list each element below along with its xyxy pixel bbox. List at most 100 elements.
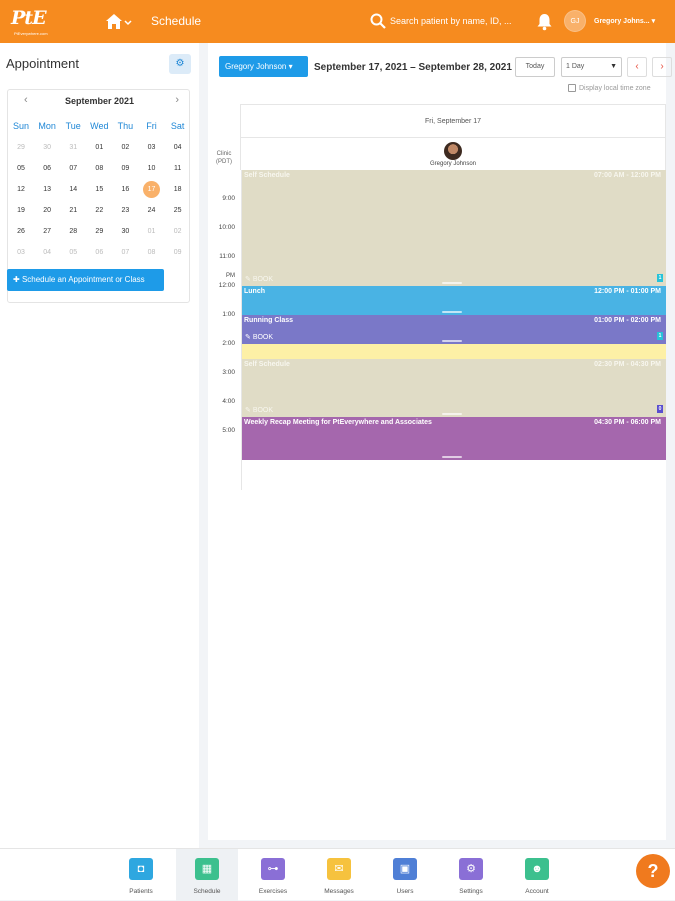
- calendar-day[interactable]: 25: [165, 200, 191, 221]
- event-block[interactable]: Weekly Recap Meeting for PtEverywhere an…: [242, 416, 666, 460]
- nav-label: Exercises: [258, 888, 288, 895]
- calendar-day[interactable]: 29: [8, 137, 34, 158]
- bell-icon: [537, 14, 552, 31]
- calendar-day[interactable]: 01: [138, 221, 164, 242]
- calendar-day[interactable]: 30: [34, 137, 60, 158]
- local-timezone-toggle[interactable]: Display local time zone: [568, 84, 651, 92]
- nav-patients[interactable]: ◘ Patients: [110, 849, 172, 901]
- resize-handle[interactable]: [442, 412, 462, 415]
- calendar-day[interactable]: 15: [86, 179, 112, 200]
- provider-dropdown[interactable]: Gregory Johnson ▾: [219, 56, 308, 77]
- nav-label: Patients: [129, 888, 153, 895]
- calendar-day[interactable]: 06: [34, 158, 60, 179]
- time-label: 2:00: [222, 340, 235, 347]
- count-badge: 1: [657, 274, 663, 282]
- calendar-day[interactable]: 03: [138, 137, 164, 158]
- nav-schedule[interactable]: ▦ Schedule: [176, 849, 238, 901]
- nav-settings[interactable]: ⚙ Settings: [440, 849, 502, 901]
- calendar-day[interactable]: 28: [60, 221, 86, 242]
- calendar-day[interactable]: 05: [8, 158, 34, 179]
- prev-day-button[interactable]: ‹: [627, 57, 647, 77]
- next-month-chevron-icon[interactable]: ›: [175, 94, 179, 106]
- next-day-button[interactable]: ›: [652, 57, 672, 77]
- today-button[interactable]: Today: [515, 57, 555, 77]
- notifications-button[interactable]: [536, 13, 553, 31]
- calendar-day[interactable]: 18: [165, 179, 191, 200]
- time-label: 1:00: [222, 311, 235, 318]
- calendar-day[interactable]: 16: [112, 179, 138, 200]
- calendar-day[interactable]: 04: [34, 242, 60, 263]
- calendar-day[interactable]: 13: [34, 179, 60, 200]
- calendar-day[interactable]: 09: [165, 242, 191, 263]
- time-label: 4:00: [222, 398, 235, 405]
- calendar-day[interactable]: 14: [60, 179, 86, 200]
- events-column: Self Schedule 07:00 AM - 12:00 PM ✎ BOOK 1 L…: [241, 170, 666, 490]
- calendar-day[interactable]: 04: [165, 137, 191, 158]
- book-link[interactable]: ✎ BOOK: [245, 406, 273, 414]
- patient-search[interactable]: Search patient by name, ID, ...: [370, 12, 535, 32]
- schedule-appointment-button[interactable]: ✚ Schedule an Appointment or Class: [7, 269, 164, 291]
- calendar-day[interactable]: 31: [60, 137, 86, 158]
- resize-handle[interactable]: [442, 311, 462, 313]
- calendar-day[interactable]: 07: [60, 158, 86, 179]
- calendar-day-selected[interactable]: 17: [138, 179, 164, 200]
- calendar-day[interactable]: 06: [86, 242, 112, 263]
- sidebar-settings-button[interactable]: ⚙: [169, 54, 191, 74]
- nav-account[interactable]: ☻ Account: [506, 849, 568, 901]
- calendar-day[interactable]: 05: [60, 242, 86, 263]
- user-menu[interactable]: Gregory Johns... ▾: [594, 17, 655, 25]
- calendar-day[interactable]: 09: [112, 158, 138, 179]
- open-slot-band[interactable]: [242, 344, 666, 359]
- calendar-day[interactable]: 01: [86, 137, 112, 158]
- nav-users[interactable]: ▣ Users: [374, 849, 436, 901]
- calendar-day[interactable]: 24: [138, 200, 164, 221]
- calendar-day[interactable]: 23: [112, 200, 138, 221]
- weekday-label: Mon: [38, 121, 56, 131]
- calendar-day[interactable]: 07: [112, 242, 138, 263]
- calendar-day[interactable]: 02: [112, 137, 138, 158]
- nav-exercises[interactable]: ⊶ Exercises: [242, 849, 304, 901]
- resize-handle[interactable]: [442, 282, 462, 284]
- event-block[interactable]: Running Class 01:00 PM - 02:00 PM ✎ BOOK 1: [242, 315, 666, 344]
- calendar-day[interactable]: 27: [34, 221, 60, 242]
- time-label: 3:00: [222, 369, 235, 376]
- day-grid: Clinic (PDT) Fri, September 17 Gregory J…: [208, 104, 666, 840]
- calendar-day[interactable]: 08: [138, 242, 164, 263]
- calendar-day[interactable]: 29: [86, 221, 112, 242]
- calendar-day[interactable]: 21: [60, 200, 86, 221]
- calendar-day-number: 25: [173, 207, 182, 214]
- calendar-day[interactable]: 20: [34, 200, 60, 221]
- help-button[interactable]: ?: [636, 854, 670, 888]
- self-schedule-block[interactable]: Self Schedule 07:00 AM - 12:00 PM ✎ BOOK 1: [242, 170, 666, 286]
- calendar-day[interactable]: 26: [8, 221, 34, 242]
- home-icon: [106, 14, 132, 29]
- weekday-label: Thu: [117, 121, 134, 131]
- calendar-day[interactable]: 12: [8, 179, 34, 200]
- view-select[interactable]: 1 Day ▼: [561, 57, 622, 77]
- book-label: BOOK: [252, 276, 274, 283]
- calendar-day[interactable]: 10: [138, 158, 164, 179]
- chevron-right-icon: ›: [660, 61, 664, 72]
- book-link[interactable]: ✎ BOOK: [245, 333, 273, 341]
- home-menu-button[interactable]: [105, 12, 135, 32]
- nav-messages[interactable]: ✉ Messages: [308, 849, 370, 901]
- calendar-day[interactable]: 08: [86, 158, 112, 179]
- nav-label: Users: [396, 888, 414, 895]
- pte-logo[interactable]: PtE: [11, 7, 47, 29]
- resize-handle[interactable]: [442, 456, 462, 458]
- calendar-day-number: 17: [143, 181, 161, 198]
- event-block[interactable]: Lunch 12:00 PM - 01:00 PM: [242, 286, 666, 315]
- calendar-day[interactable]: 30: [112, 221, 138, 242]
- calendar-day[interactable]: 19: [8, 200, 34, 221]
- calendar-day[interactable]: 02: [165, 221, 191, 242]
- user-avatar[interactable]: GJ: [564, 10, 586, 32]
- self-schedule-block[interactable]: Self Schedule 02:30 PM - 04:30 PM ✎ BOOK 0: [242, 358, 666, 417]
- book-link[interactable]: ✎ BOOK: [245, 275, 273, 283]
- calendar-day[interactable]: 11: [165, 158, 191, 179]
- search-icon: [370, 13, 386, 29]
- time-label: 11:00: [219, 253, 235, 260]
- calendar-day[interactable]: 22: [86, 200, 112, 221]
- resize-handle[interactable]: [442, 340, 462, 342]
- calendar-day-number: 20: [43, 207, 52, 214]
- calendar-day[interactable]: 03: [8, 242, 34, 263]
